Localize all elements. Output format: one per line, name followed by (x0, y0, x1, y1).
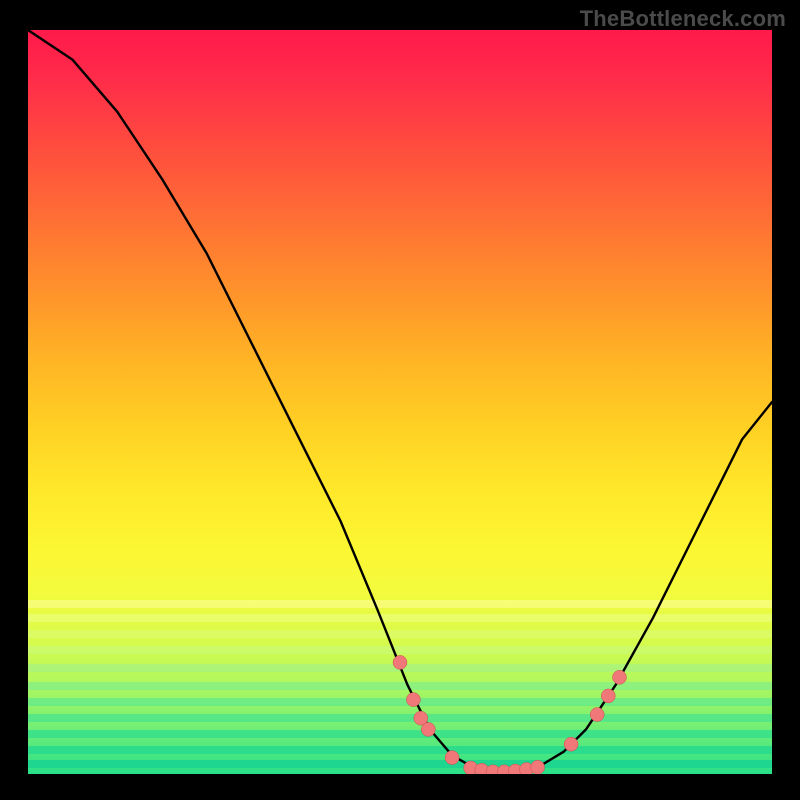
data-markers (393, 655, 627, 774)
data-marker (590, 708, 604, 722)
chart-frame: TheBottleneck.com (0, 0, 800, 800)
data-marker (445, 751, 459, 765)
data-marker (613, 670, 627, 684)
data-marker (531, 760, 545, 774)
data-marker (406, 693, 420, 707)
data-marker (601, 689, 615, 703)
plot-area (28, 30, 772, 774)
data-marker (564, 737, 578, 751)
curve-layer (28, 30, 772, 774)
data-marker (393, 655, 407, 669)
data-marker (421, 722, 435, 736)
watermark-text: TheBottleneck.com (580, 6, 786, 32)
